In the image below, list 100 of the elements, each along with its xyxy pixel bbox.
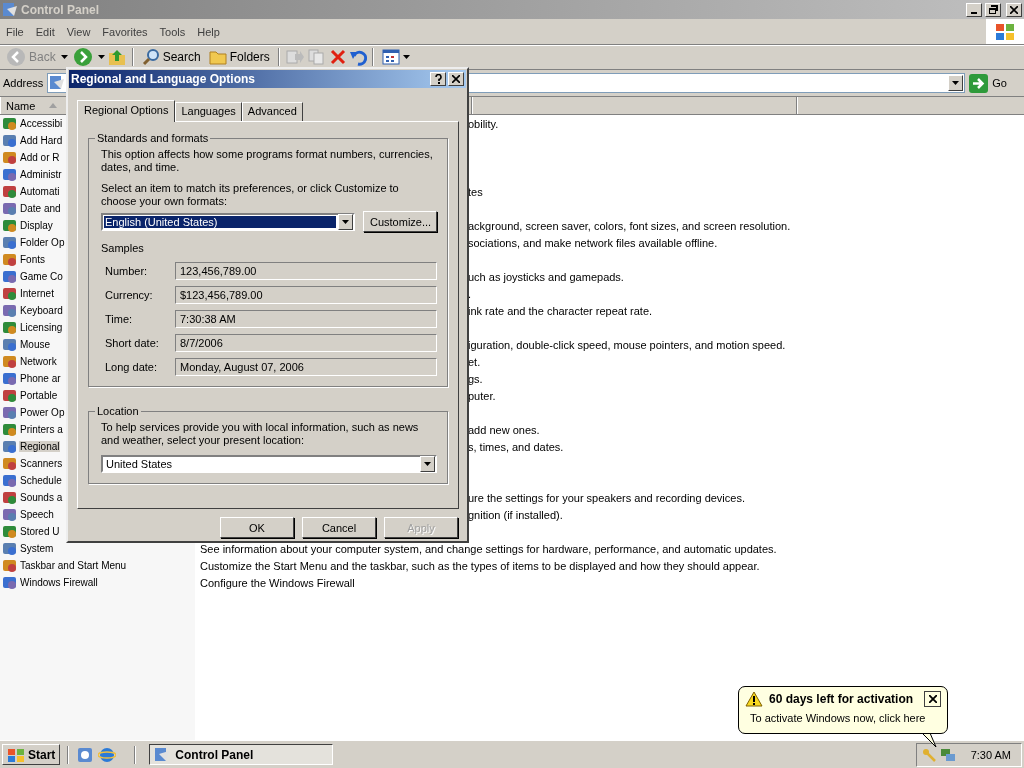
field-label: Long date:	[105, 361, 158, 373]
customize-button[interactable]: Customize...	[363, 211, 437, 232]
list-item[interactable]: Administr	[19, 169, 63, 180]
list-item[interactable]: Windows Firewall	[19, 577, 99, 588]
balloon-title: 60 days left for activation	[769, 692, 914, 706]
location-dropdown[interactable]: United States	[101, 455, 437, 473]
sort-arrow-icon	[49, 103, 58, 108]
applet-icon	[2, 506, 18, 523]
group-title: Location	[96, 405, 140, 417]
item-description: See information about your computer system, and change settings for hardware, performance, and automatic updates.	[199, 542, 777, 555]
caret-icon	[342, 219, 349, 224]
applet-icon	[2, 438, 18, 455]
instruction-text: To help services provide you with local information, such as news and weather, select your present location:	[101, 421, 420, 447]
list-item[interactable]: Stored U	[19, 526, 61, 537]
menu-item[interactable]: View	[60, 25, 97, 38]
menu-item[interactable]: Favorites	[96, 25, 154, 38]
format-dropdown[interactable]: English (United States)	[101, 212, 355, 231]
list-item[interactable]: Add Hard	[19, 135, 64, 146]
notification-balloon[interactable]: 60 days left for activation To activate Windows now, click here	[738, 686, 948, 734]
applet-icon	[2, 404, 18, 421]
tab[interactable]: Advanced	[241, 102, 303, 121]
browser-icon[interactable]	[98, 745, 117, 764]
list-item[interactable]: Date and	[19, 203, 62, 214]
list-item[interactable]: Fonts	[19, 254, 46, 265]
folder-up-icon[interactable]	[106, 47, 127, 67]
menu-item[interactable]: Tools	[153, 25, 192, 38]
list-item[interactable]: Power Op	[19, 407, 66, 418]
windows-flag-icon	[994, 21, 1016, 42]
applet-icon	[2, 472, 18, 489]
taskbar-button[interactable]: Control Panel	[149, 744, 334, 765]
address-label: Address	[3, 77, 44, 89]
list-item[interactable]: Regional	[19, 441, 61, 452]
tab[interactable]: Languages	[175, 102, 242, 121]
field-label: Time:	[105, 313, 134, 325]
item-description: sociations, and make network files available offline.	[467, 236, 718, 249]
clock: 7:30 AM	[970, 748, 1011, 761]
minimize-icon	[971, 11, 977, 14]
caret-icon	[952, 81, 960, 85]
applet-icon	[2, 183, 18, 200]
list-item[interactable]: Phone ar	[19, 373, 62, 384]
folders-button[interactable]: Folders	[205, 49, 273, 65]
list-item[interactable]: System	[19, 543, 55, 554]
close-icon	[452, 75, 460, 83]
list-item[interactable]: Schedule	[19, 475, 63, 486]
menu-item[interactable]: Help	[191, 25, 226, 38]
item-description: puter.	[467, 389, 496, 402]
applet-icon	[2, 370, 18, 387]
restore-icon	[988, 5, 998, 14]
undo-icon[interactable]	[348, 48, 367, 66]
section-label: Samples	[101, 242, 144, 254]
item-description: Customize the Start Menu and the taskbar, such as the types of items to be displayed and how they should appear.	[199, 559, 760, 572]
list-item[interactable]: Game Co	[19, 271, 64, 282]
list-item[interactable]: Network	[19, 356, 58, 367]
dialog-button[interactable]: OK	[220, 517, 294, 538]
dropdown-button[interactable]	[948, 75, 964, 91]
menu-item[interactable]: File	[0, 25, 30, 38]
list-item[interactable]: Folder Op	[19, 237, 66, 248]
description-text: This option affects how some programs format numbers, currencies, dates, and time.	[101, 148, 434, 174]
list-item[interactable]: Taskbar and Start Menu	[19, 560, 128, 571]
item-description: iguration, double-click speed, mouse pointers, and motion speed.	[467, 338, 786, 351]
list-item[interactable]: Keyboard	[19, 305, 64, 316]
item-description: Configure the Windows Firewall	[199, 576, 355, 589]
list-item[interactable]: Scanners	[19, 458, 64, 469]
dialog-button[interactable]: Cancel	[302, 517, 376, 538]
list-item[interactable]: Internet	[19, 288, 55, 299]
item-description: ackground, screen saver, colors, font sizes, and screen resolution.	[467, 219, 791, 232]
list-item[interactable]: Printers a	[19, 424, 64, 435]
balloon-text[interactable]: To activate Windows now, click here	[745, 712, 941, 724]
minimize-button[interactable]	[966, 2, 982, 17]
start-button[interactable]: Start	[2, 744, 61, 765]
search-button[interactable]: Search	[138, 48, 204, 66]
list-item[interactable]: Speech	[19, 509, 55, 520]
restore-button[interactable]	[985, 2, 1001, 17]
sample-field: 123,456,789.00	[175, 262, 437, 280]
folder-icon	[208, 49, 227, 65]
item-description: gnition (if installed).	[467, 508, 563, 521]
delete-icon[interactable]	[328, 48, 347, 66]
close-icon	[1010, 5, 1018, 14]
list-item[interactable]: Display	[19, 220, 54, 231]
list-item[interactable]: Portable	[19, 390, 59, 401]
item-description: ink rate and the character repeat rate.	[467, 304, 653, 317]
menu-item[interactable]: Edit	[29, 25, 61, 38]
network-icon[interactable]	[939, 746, 956, 763]
caret-icon	[402, 55, 410, 59]
go-button[interactable]: Go	[969, 73, 1021, 93]
list-item[interactable]: Accessibi	[19, 118, 64, 129]
applet-icon	[2, 387, 18, 404]
tab[interactable]: Regional Options	[77, 100, 176, 122]
close-button[interactable]	[924, 691, 941, 707]
applet-icon	[2, 319, 18, 336]
list-item[interactable]: Mouse	[19, 339, 51, 350]
caret-icon	[97, 55, 105, 59]
list-item[interactable]: Licensing	[19, 322, 64, 333]
list-item[interactable]: Add or R	[19, 152, 61, 163]
item-description: gs.	[467, 372, 483, 385]
sample-field: 8/7/2006	[175, 334, 437, 352]
help-button[interactable]	[430, 72, 446, 86]
list-item[interactable]: Automati	[19, 186, 61, 197]
desktop-icon[interactable]	[76, 745, 95, 764]
list-item[interactable]: Sounds a	[19, 492, 64, 503]
